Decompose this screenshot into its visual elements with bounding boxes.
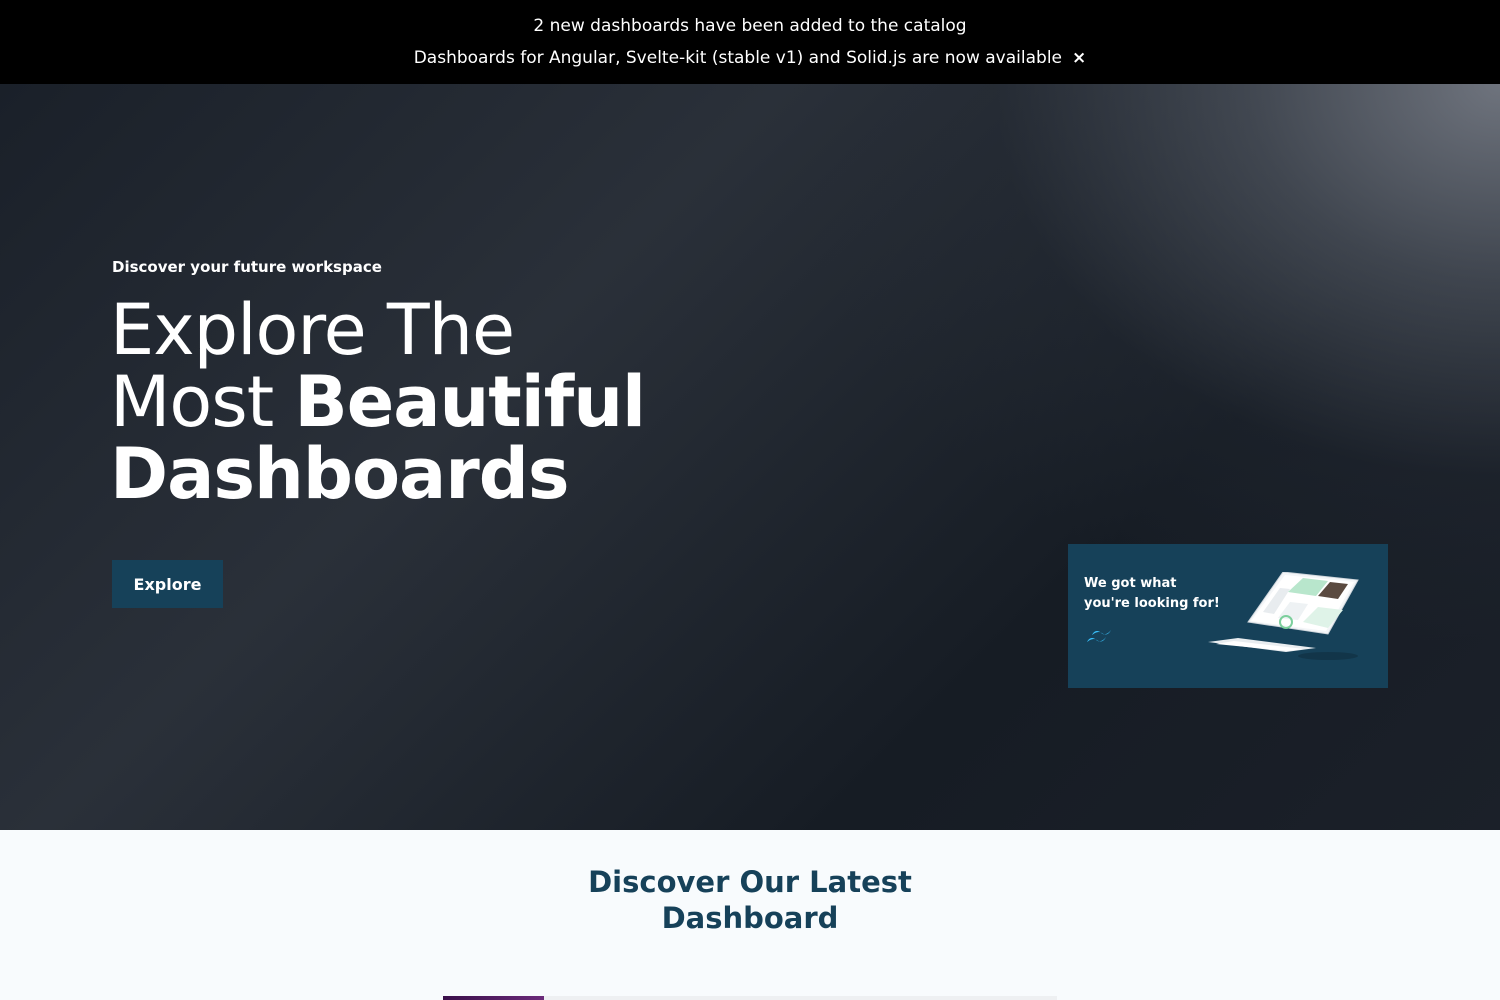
announcement-detail: Dashboards for Angular, Svelte-kit (stab… — [0, 46, 1500, 70]
dashboard-preview-card[interactable] — [443, 996, 1057, 1000]
hero-section: Discover your future workspace Explore T… — [0, 84, 1500, 830]
headline-line-1: Explore The — [110, 289, 515, 371]
tailwind-logo-icon — [1087, 630, 1111, 642]
promo-text: We got what you're looking for! — [1084, 576, 1220, 611]
laptop-dashboard-illustration — [1208, 572, 1359, 660]
headline-line-2-bold: Beautiful — [294, 361, 646, 443]
promo-card[interactable]: We got what you're looking for! — [1068, 544, 1388, 688]
headline-line-2-regular: Most — [110, 361, 295, 443]
preview-accent — [443, 996, 544, 1000]
headline-line-3: Dashboards — [110, 433, 570, 515]
headline-line-2: Most Beautiful — [110, 366, 646, 438]
section-title-line-1: Discover Our Latest — [588, 865, 912, 899]
hero-headline: Explore The Most Beautiful Dashboards — [110, 289, 646, 515]
close-icon[interactable]: × — [1072, 46, 1086, 70]
section-title-line-2: Dashboard — [661, 901, 839, 935]
section-title: Discover Our Latest Dashboard — [0, 864, 1500, 936]
announcement-title: 2 new dashboards have been added to the … — [533, 16, 967, 36]
explore-button[interactable]: Explore — [112, 560, 223, 608]
announcement-detail-text: Dashboards for Angular, Svelte-kit (stab… — [413, 48, 1063, 68]
latest-dashboard-section: Discover Our Latest Dashboard — [0, 830, 1500, 1000]
announcement-bar: 2 new dashboards have been added to the … — [0, 0, 1500, 84]
hero-eyebrow: Discover your future workspace — [112, 258, 382, 276]
